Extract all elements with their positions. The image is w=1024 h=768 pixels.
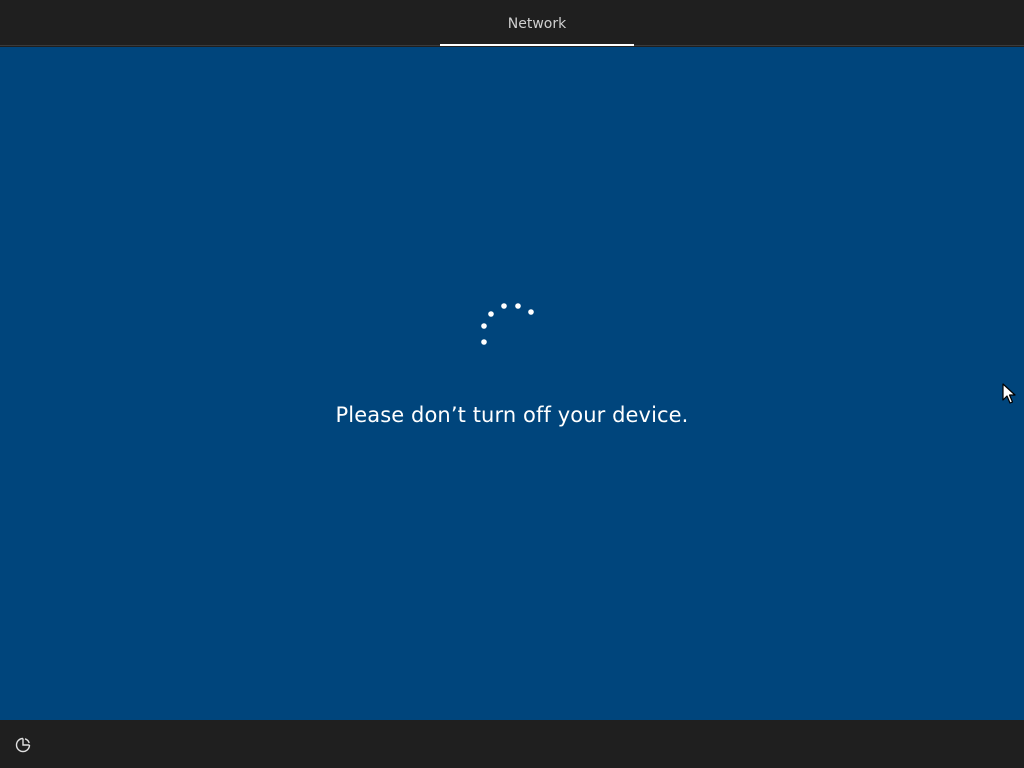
ease-of-access-icon [15, 737, 31, 753]
status-message: Please don’t turn off your device. [335, 403, 689, 427]
loading-spinner-icon [481, 303, 534, 345]
step-tab-network: Network [440, 0, 634, 46]
main-panel: Please don’t turn off your device. [0, 47, 1024, 720]
top-bar: Network [0, 0, 1024, 46]
ease-of-access-button[interactable] [12, 735, 34, 755]
bottom-bar [0, 720, 1024, 768]
mouse-cursor-icon [1002, 383, 1016, 404]
